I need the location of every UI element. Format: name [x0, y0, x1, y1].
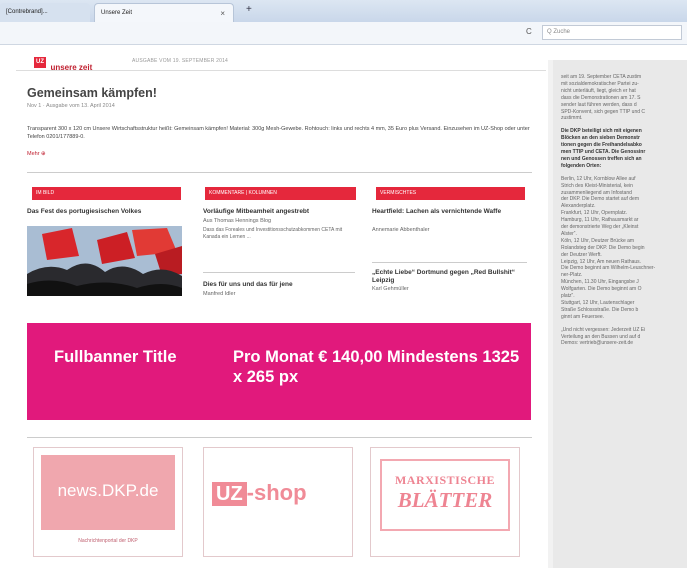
teaser-photo[interactable] — [27, 226, 182, 296]
sidebar-text-line: mit sozialdemokratischer Partei zu- — [561, 80, 639, 87]
news-dkp-ad[interactable]: news.DKP.de Nachrichtenportal der DKP — [33, 447, 183, 557]
divider — [372, 262, 527, 263]
uz-shop-logo: UZ -shop — [212, 481, 307, 506]
reload-icon[interactable]: C — [526, 27, 532, 36]
uz-logo-box: UZ — [212, 482, 247, 506]
news-dkp-logo-text: news.DKP.de — [57, 481, 159, 500]
teaser-title[interactable]: Das Fest des portugiesischen Volkes — [27, 208, 187, 216]
sidebar-text-line: tionen gegen die Freihandelsabko — [561, 142, 642, 149]
sidebar-text-line: Stuttgart, 12 Uhr, Lautenschlager — [561, 299, 635, 306]
sidebar-text-line: Alexanderplatz. — [561, 203, 596, 210]
news-dkp-logo: news.DKP.de — [41, 455, 175, 530]
sidebar-text-line: Die Demo beginnt am Wilhelm-Leuschner- — [561, 265, 656, 272]
teaser-author: Karl Gehmüller — [372, 286, 409, 292]
sidebar-text-line: Frankfurt, 12 Uhr, Opernplatz. — [561, 210, 628, 217]
news-dkp-caption: Nachrichtenportal der DKP — [78, 538, 138, 544]
marxistische-blaetter-ad[interactable]: MARXISTISCHE BLÄTTER — [370, 447, 520, 557]
sidebar-text-line: München, 11.30 Uhr, Eingangsbe J — [561, 279, 639, 286]
sidebar-text-line: ner-Platz. — [561, 272, 583, 279]
crowd-flags-image — [27, 226, 182, 296]
close-icon[interactable]: × — [220, 4, 225, 23]
sidebar-text-line: Wolfgarten. Die Demo beginnt am O — [561, 286, 642, 293]
sidebar-text-line: Straße Schlossstraße. Die Demo b — [561, 306, 639, 313]
site-logo[interactable]: UZ unsere zeit — [34, 57, 94, 72]
sidebar-text-line: Hamburg, 11 Uhr, Rathausmarkt ar — [561, 217, 639, 224]
teaser-author: Aus Thomas Hennings Blog — [203, 218, 272, 224]
sidebar-text-line: dass die Demonstrationen am 17. S — [561, 94, 641, 101]
new-tab-icon[interactable]: + — [246, 4, 252, 15]
sidebar-text-line: der Deutzer Werft. — [561, 251, 602, 258]
sidebar-text-line: Blöcken an den sieben Demonstr — [561, 135, 640, 142]
section-head-vermischtes[interactable]: VERMISCHTES — [376, 187, 525, 200]
marxistische-blaetter-logo: MARXISTISCHE BLÄTTER — [380, 459, 510, 531]
sidebar-text-line: platz“. — [561, 293, 575, 299]
sidebar-text-line: Rolandsteg der DKP. Die Demo begin — [561, 244, 645, 251]
mb-line2: BLÄTTER — [397, 488, 493, 512]
mb-line1: MARXISTISCHE — [394, 473, 496, 487]
sidebar-text-line: sender laut führen werden, dass d — [561, 101, 637, 108]
sidebar-text-line: Strich des Kleist-Ministerial, kein — [561, 182, 633, 189]
divider — [203, 272, 355, 273]
more-link[interactable]: Mehr ⊕ — [27, 151, 46, 157]
teaser-note: Dass das Foreales und Investitionsschutz… — [203, 227, 343, 240]
uz-shop-ad[interactable]: UZ -shop — [203, 447, 353, 557]
section-head-kommentare[interactable]: KOMMENTARE | KOLUMNEN — [205, 187, 356, 200]
edition-date: AUSGABE VOM 19. SEPTEMBER 2014 — [132, 58, 229, 64]
sidebar-text-line: Alster“. — [561, 230, 577, 237]
article-meta: Nov 1 · Ausgabe vom 13. April 2014 — [27, 103, 115, 109]
site-header: UZ unsere zeit AUSGABE VOM 19. SEPTEMBER… — [16, 55, 546, 72]
sidebar-text-line: zusammenliegend am Infostand — [561, 189, 632, 196]
browser-tab-bar: [Contrebrand]... Unsere Zeit × + — [0, 0, 687, 22]
search-input[interactable]: Q Zuche — [542, 25, 682, 40]
section-head-im-bild[interactable]: IM BILD — [32, 187, 181, 200]
sidebar-text-line: nen und Genossen treffen sich an — [561, 155, 642, 162]
divider — [16, 70, 546, 71]
sidebar-text-line: nicht unterläuft, liegt, gleich er hat — [561, 87, 636, 94]
teaser-title[interactable]: Heartfield: Lachen als vernichtende Waff… — [372, 208, 527, 216]
sidebar-text-line: seit am 19. September CETA zustim — [561, 74, 642, 80]
sidebar-text-line: zustimmt. — [561, 115, 583, 122]
teaser-title[interactable]: „Echte Liebe“ Dortmund gegen „Red Bullsh… — [372, 269, 530, 285]
sidebar-text-line: Die DKP beteiligt sich mit eigenen — [561, 128, 642, 135]
article-title[interactable]: Gemeinsam kämpfen! — [27, 86, 157, 100]
sidebar-text-line: men TTIP und CETA. Die Genossinr — [561, 149, 646, 155]
teaser-author: Manfred Idler — [203, 291, 236, 297]
fullbanner-ad[interactable]: Fullbanner Title Pro Monat € 140,00 Mind… — [27, 323, 531, 420]
logo-box: UZ — [34, 57, 46, 68]
sidebar-text-line: Berlin, 12 Uhr, Kornblow Allee auf — [561, 175, 636, 182]
sidebar-text-line: „Und nicht vergessen: Jederzeit UZ Ei — [561, 326, 646, 333]
sidebar-text-line: ginnt am Feuersee. — [561, 313, 605, 320]
tab-title: [Contrebrand]... — [6, 9, 48, 15]
teaser-author: Annemarie Abbenthaler — [372, 227, 430, 233]
teaser-title[interactable]: Vorläufige Mitbeamheit angestrebt — [203, 208, 358, 216]
article-body: Transparent 300 x 120 cm Unsere Wirtscha… — [27, 126, 530, 140]
divider — [27, 172, 532, 173]
browser-tab-active[interactable]: Unsere Zeit × — [94, 3, 234, 22]
uz-shop-text: -shop — [246, 480, 307, 505]
teaser-title[interactable]: Dies für uns und das für jene — [203, 281, 358, 289]
sidebar-text-line: folgenden Orten: — [561, 162, 602, 169]
banner-title: Fullbanner Title — [54, 348, 177, 366]
banner-price: Pro Monat € 140,00 Mindestens 1325 x 265… — [233, 348, 520, 386]
tab-title: Unsere Zeit — [101, 10, 133, 16]
sidebar-text-line: Köln, 12 Uhr, Deutzer Brücke am — [561, 237, 635, 244]
sidebar-text-line: der demonstrierte Weg der „Kleinst — [561, 224, 639, 230]
browser-toolbar: C Q Zuche — [0, 22, 687, 45]
sidebar-text-line: Verteilung an den Bussen und auf d — [561, 333, 641, 340]
browser-tab-1[interactable]: [Contrebrand]... — [0, 3, 90, 22]
sidebar-text-line: Demos: vertrieb@unsere-zeit.de — [561, 340, 634, 347]
sidebar-text-line: SPD-Konvent, sich gegen TTIP und C — [561, 108, 646, 115]
sidebar-news: seit am 19. September CETA zustim mit soz… — [553, 60, 687, 568]
divider — [27, 437, 532, 438]
sidebar-text-line: Leipzig, 12 Uhr, Am neuen Rathaus. — [561, 258, 642, 265]
sidebar-text-line: der DKP. Die Demo startet auf dem — [561, 196, 639, 203]
